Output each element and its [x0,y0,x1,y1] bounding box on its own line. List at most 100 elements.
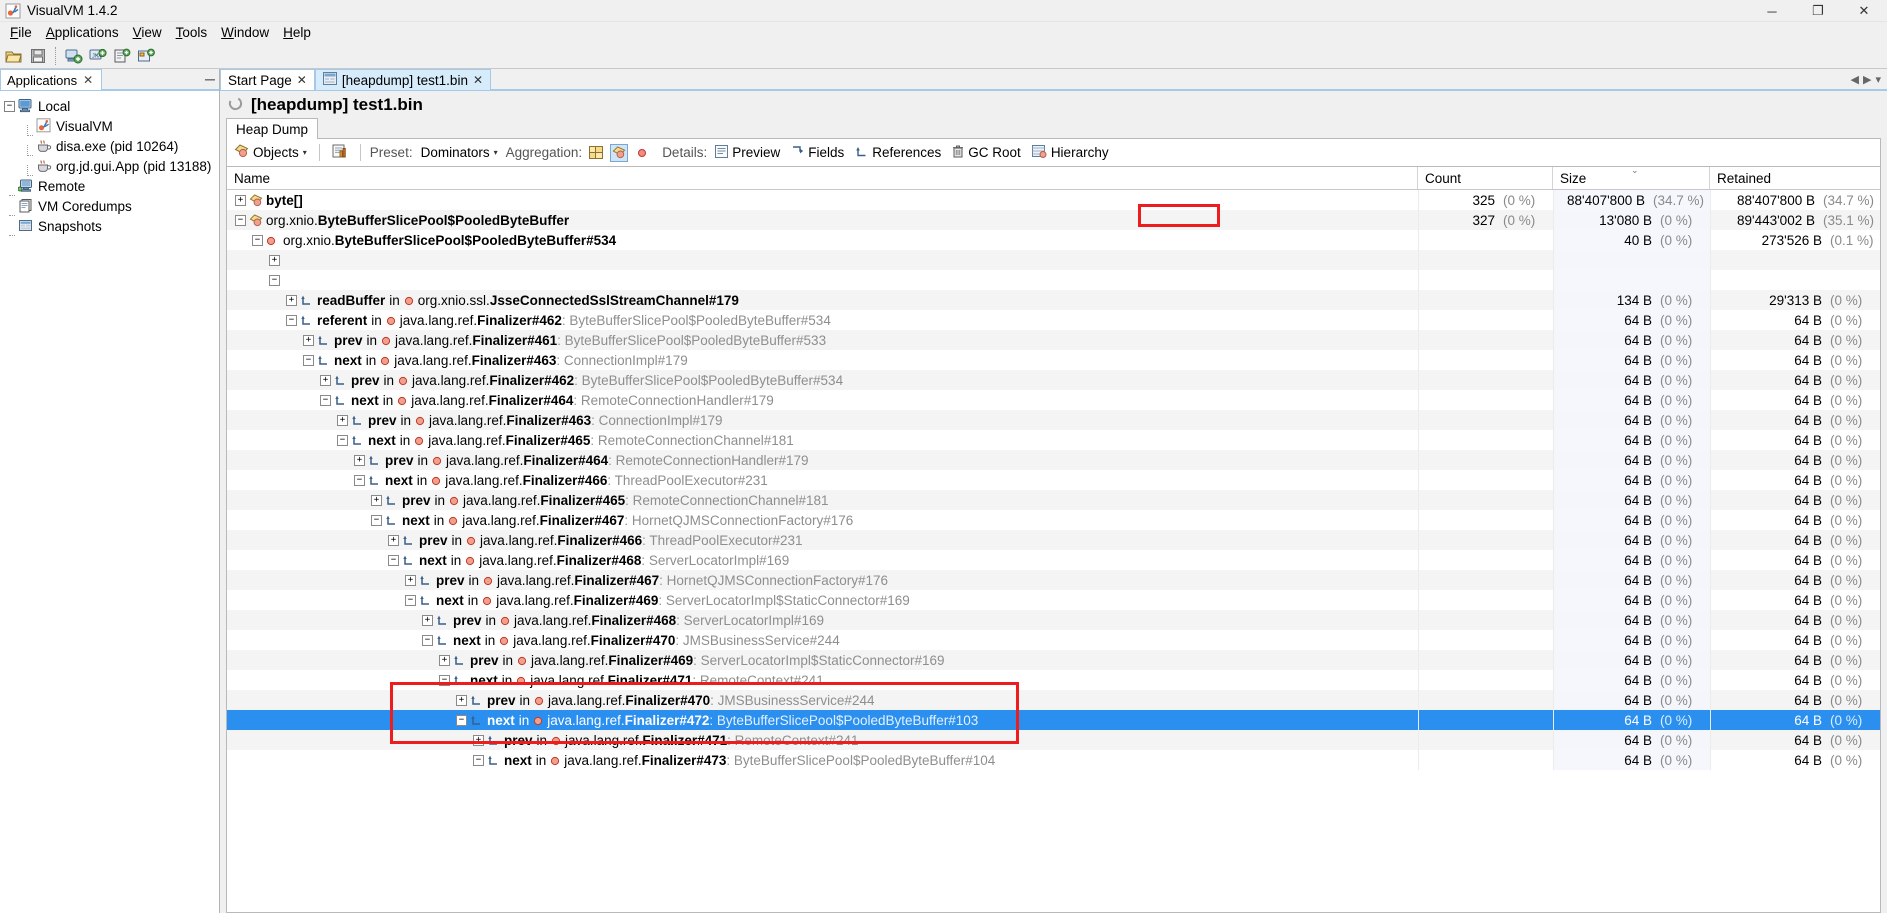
row-expand-toggle[interactable]: − [388,554,399,566]
add-jmx-connection-icon[interactable]: JMX [87,45,109,67]
sidebar-item-remote[interactable]: Remote [0,176,219,196]
aggregation-gcroots-button[interactable] [633,144,651,162]
row-expand-toggle[interactable]: − [303,354,314,366]
table-body[interactable]: + byte[] 325 (0 %) 88'407'800 B (34.7 %) 88'40… [227,190,1880,912]
table-row[interactable]: + prev in java.lang.ref. Finalizer#465 : Rem… [227,490,1880,510]
table-row[interactable]: − next in java.lang.ref. Finalizer#470 : JMS… [227,630,1880,650]
add-remote-host-icon[interactable] [63,45,85,67]
table-row[interactable]: + [227,250,1880,270]
table-row[interactable]: − org.xnio. ByteBufferSlicePool$PooledByte… [227,210,1880,230]
report-button[interactable] [329,143,351,163]
row-expand-toggle[interactable]: − [439,674,450,686]
details-preview-button[interactable]: Preview [712,144,783,162]
sidebar-item-snapshots[interactable]: Snapshots [0,216,219,236]
table-row[interactable]: + prev in java.lang.ref. Finalizer#462 : Byt… [227,370,1880,390]
sidebar-item-org-jd-gui-app-pid-13188[interactable]: org.jd.gui.App (pid 13188) [0,156,219,176]
details-gcroot-button[interactable]: GC Root [949,144,1024,162]
row-expand-toggle[interactable]: + [303,334,314,346]
table-row[interactable]: − next in java.lang.ref. Finalizer#468 : Ser… [227,550,1880,570]
column-header-name[interactable]: Name [227,167,1418,189]
table-row[interactable]: − referent in java.lang.ref. Finalizer#462 :… [227,310,1880,330]
menu-tools[interactable]: Tools [169,23,215,42]
details-hierarchy-button[interactable]: Hierarchy [1029,144,1112,162]
row-expand-toggle[interactable]: − [286,314,297,326]
menu-help[interactable]: Help [276,23,318,42]
row-expand-toggle[interactable]: + [439,654,450,666]
column-header-retained[interactable]: Retained [1710,167,1880,189]
add-vm-coredump-icon[interactable] [111,45,133,67]
table-row[interactable]: + prev in java.lang.ref. Finalizer#464 : Rem… [227,450,1880,470]
column-header-count[interactable]: Count [1418,167,1553,189]
menu-view[interactable]: View [126,23,169,42]
details-fields-button[interactable]: Fields [788,144,847,162]
table-row[interactable]: + prev in java.lang.ref. Finalizer#471 : Rem… [227,730,1880,750]
column-header-size[interactable]: ⌄ Size [1553,167,1710,189]
chevron-down-icon[interactable]: ▾ [1875,73,1881,86]
sidebar-item-visualvm[interactable]: VisualVM [0,116,219,136]
table-row[interactable]: − next in java.lang.ref. Finalizer#473 : Byt… [227,750,1880,770]
row-expand-toggle[interactable]: + [337,414,348,426]
close-icon[interactable]: ✕ [83,73,93,87]
row-expand-toggle[interactable]: − [337,434,348,446]
scroll-right-icon[interactable]: ▶ [1863,73,1871,86]
save-icon[interactable] [27,45,49,67]
table-row[interactable]: − next in java.lang.ref. Finalizer#469 : Ser… [227,590,1880,610]
table-row[interactable]: − next in java.lang.ref. Finalizer#472 : Byt… [227,710,1880,730]
table-row[interactable]: − [227,270,1880,290]
row-expand-toggle[interactable]: − [269,274,280,286]
menu-file[interactable]: File [3,23,39,42]
row-expand-toggle[interactable]: + [269,254,280,266]
table-row[interactable]: + readBuffer in org.xnio.ssl. JsseConnectedS… [227,290,1880,310]
objects-dropdown[interactable]: Objects ▾ [231,143,310,162]
table-row[interactable]: − next in java.lang.ref. Finalizer#463 : Con… [227,350,1880,370]
aggregation-instances-button[interactable] [610,143,629,162]
row-expand-toggle[interactable]: − [405,594,416,606]
row-expand-toggle[interactable]: − [235,214,246,226]
row-expand-toggle[interactable]: − [422,634,433,646]
preset-dropdown[interactable]: Dominators ▾ [418,144,501,161]
row-expand-toggle[interactable]: + [405,574,416,586]
tab-heapdump[interactable]: [heapdump] test1.bin ✕ [314,69,492,90]
row-expand-toggle[interactable]: − [371,514,382,526]
table-row[interactable]: + prev in java.lang.ref. Finalizer#469 : Ser… [227,650,1880,670]
sidebar-item-local[interactable]: − Local [0,96,219,116]
table-row[interactable]: − next in java.lang.ref. Finalizer#466 : Thr… [227,470,1880,490]
details-references-button[interactable]: References [852,144,944,162]
table-row[interactable]: − next in java.lang.ref. Finalizer#471 : Rem… [227,670,1880,690]
sidebar-item-disa-exe-pid-10264[interactable]: disa.exe (pid 10264) [0,136,219,156]
table-row[interactable]: + prev in java.lang.ref. Finalizer#466 : Thr… [227,530,1880,550]
row-expand-toggle[interactable]: + [235,194,246,206]
table-row[interactable]: − next in java.lang.ref. Finalizer#467 : Hor… [227,510,1880,530]
subtab-heap-dump[interactable]: Heap Dump [226,118,319,139]
table-row[interactable]: + prev in java.lang.ref. Finalizer#470 : JMS… [227,690,1880,710]
row-expand-toggle[interactable]: − [354,474,365,486]
row-expand-toggle[interactable]: + [473,734,484,746]
close-icon[interactable]: ✕ [297,73,307,87]
maximize-button[interactable]: ❐ [1795,0,1841,22]
table-row[interactable]: + prev in java.lang.ref. Finalizer#461 : Byt… [227,330,1880,350]
tab-applications[interactable]: Applications ✕ [0,69,103,90]
row-expand-toggle[interactable]: + [320,374,331,386]
scroll-left-icon[interactable]: ◀ [1851,73,1859,86]
minimize-panel-button[interactable]: ─ [201,69,219,90]
row-expand-toggle[interactable]: + [354,454,365,466]
aggregation-classes-button[interactable] [587,144,605,162]
table-row[interactable]: + prev in java.lang.ref. Finalizer#467 : Hor… [227,570,1880,590]
table-row[interactable]: − next in java.lang.ref. Finalizer#464 : Rem… [227,390,1880,410]
row-expand-toggle[interactable]: + [456,694,467,706]
row-expand-toggle[interactable]: − [252,234,263,246]
table-row[interactable]: + prev in java.lang.ref. Finalizer#468 : Ser… [227,610,1880,630]
row-expand-toggle[interactable]: + [388,534,399,546]
row-expand-toggle[interactable]: + [422,614,433,626]
close-icon[interactable]: ✕ [473,73,483,87]
menu-window[interactable]: Window [214,23,276,42]
sidebar-item-vm-coredumps[interactable]: VM Coredumps [0,196,219,216]
tree-collapse-toggle[interactable]: − [4,100,15,112]
row-expand-toggle[interactable]: − [456,714,467,726]
table-row[interactable]: + prev in java.lang.ref. Finalizer#463 : Con… [227,410,1880,430]
row-expand-toggle[interactable]: − [320,394,331,406]
table-row[interactable]: + byte[] 325 (0 %) 88'407'800 B (34.7 %) 88'40… [227,190,1880,210]
row-expand-toggle[interactable]: + [371,494,382,506]
close-button[interactable]: ✕ [1841,0,1887,22]
table-row[interactable]: − org.xnio. ByteBufferSlicePool$PooledByte… [227,230,1880,250]
